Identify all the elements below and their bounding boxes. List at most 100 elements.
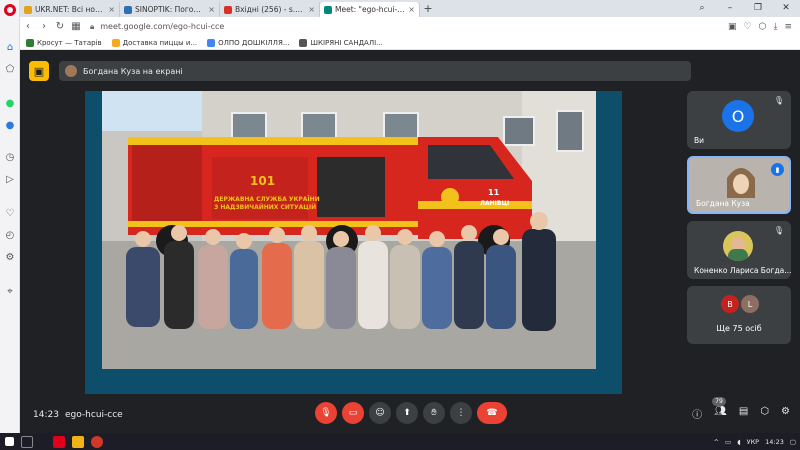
- taskbar-clock[interactable]: 14:23: [765, 438, 784, 446]
- bookmarks-bar: Кросут — Татарів Доставка пиццы и... ОЛП…: [20, 36, 800, 50]
- meet-icon: [324, 5, 332, 14]
- task-view-icon[interactable]: [21, 435, 33, 448]
- info-icon[interactable]: ⓘ: [692, 406, 702, 421]
- opera-taskbar-icon[interactable]: [53, 435, 65, 448]
- windows-start-icon[interactable]: [5, 437, 14, 446]
- settings-icon[interactable]: ⚙: [3, 250, 17, 264]
- ukrnet-icon: [24, 5, 32, 14]
- meeting-code: ego-hcui-cce: [65, 410, 123, 420]
- shared-screen-photo: 101 ДЕРЖАВНА СЛУЖБА УКРАЇНИ З НАДЗВИЧАЙН…: [102, 91, 596, 369]
- bookmark-heart-icon[interactable]: ♡: [744, 22, 752, 32]
- bookmark-icon: [207, 38, 216, 47]
- maximize-icon[interactable]: ❐: [744, 0, 772, 17]
- reactions-button[interactable]: ☺: [369, 402, 391, 424]
- close-icon[interactable]: ×: [108, 5, 115, 14]
- unit-name: ЛАНІВЦІ: [480, 200, 509, 207]
- address-bar: ‹ › ↻ ▦ 🔒︎ meet.google.com/ego-hcui-cce …: [20, 17, 800, 36]
- search-tabs-icon[interactable]: ⌕: [688, 0, 716, 17]
- participant-tile-konenko[interactable]: 🎙︎ Коненко Лариса Богда...: [687, 221, 791, 279]
- sinoptik-icon: [124, 5, 132, 14]
- tab-title: SINOPTIK: Погода на 20 т: [135, 5, 205, 14]
- camera-toggle-button[interactable]: ▭: [342, 402, 364, 424]
- location-icon[interactable]: ⌖: [3, 284, 17, 298]
- participant-tile-self[interactable]: O 🎙︎ Ви: [687, 91, 791, 149]
- clock-icon[interactable]: ◴: [3, 228, 17, 242]
- close-icon[interactable]: ×: [408, 5, 415, 14]
- tab-title: Вхідні (256) - s.gah@ippo: [235, 5, 305, 14]
- back-icon[interactable]: ‹: [20, 21, 36, 32]
- close-icon[interactable]: ×: [308, 5, 315, 14]
- extensions-icon[interactable]: ⬡: [759, 22, 767, 32]
- tab-meet[interactable]: Meet: "ego-hcui-cce" ×: [320, 2, 420, 17]
- history-icon[interactable]: ◷: [3, 150, 17, 164]
- side-panel-controls: ⓘ 79 👥︎ ▤ ⬡ ⚙: [692, 397, 790, 421]
- tab-ukrnet[interactable]: UKR.NET: Всі новини Укр ×: [20, 2, 120, 17]
- language-indicator[interactable]: УКР: [747, 438, 760, 446]
- whatsapp-icon[interactable]: ●: [3, 96, 17, 110]
- app-taskbar-icon[interactable]: [91, 435, 103, 448]
- presentation-stage: 101 ДЕРЖАВНА СЛУЖБА УКРАЇНИ З НАДЗВИЧАЙН…: [85, 91, 622, 394]
- easy-setup-icon[interactable]: ≡: [784, 22, 792, 32]
- service-line1: ДЕРЖАВНА СЛУЖБА УКРАЇНИ: [214, 196, 320, 203]
- participant-tile-presenter[interactable]: ▮ Богдана Куза: [687, 156, 791, 214]
- tab-gmail[interactable]: Вхідні (256) - s.gah@ippo ×: [220, 2, 320, 17]
- tab-sinoptik[interactable]: SINOPTIK: Погода на 20 т ×: [120, 2, 220, 17]
- bookmark-item[interactable]: ШКІРЯНІ САНДАЛІ...: [299, 38, 383, 47]
- avatar: O: [722, 100, 754, 132]
- more-options-button[interactable]: ⋮: [450, 402, 472, 424]
- people-count-badge: 79: [712, 397, 726, 406]
- network-icon[interactable]: ▭: [725, 438, 731, 446]
- minimize-icon[interactable]: –: [716, 0, 744, 17]
- chat-icon[interactable]: ▤: [739, 406, 748, 421]
- up-arrow-icon[interactable]: ^: [714, 438, 719, 446]
- close-icon[interactable]: ×: [208, 5, 215, 14]
- opera-logo-icon[interactable]: [4, 4, 16, 16]
- participant-name: Коненко Лариса Богда...: [694, 266, 791, 275]
- meet-controls-bar: 14:23 ego-hcui-cce 🎙︎ ▭ ☺ ⬆ ✋︎ ⋮ ☎︎ ⓘ 79…: [21, 397, 800, 433]
- avatar: B: [721, 295, 739, 313]
- bookmark-item[interactable]: Доставка пиццы и...: [111, 38, 197, 47]
- forward-icon[interactable]: ›: [36, 21, 52, 32]
- people-button[interactable]: 79 👥︎: [712, 397, 727, 421]
- window-controls: ⌕ – ❐ ✕: [688, 0, 800, 17]
- gmail-icon: [224, 5, 232, 14]
- activities-icon[interactable]: ⬡: [760, 406, 769, 421]
- notifications-icon[interactable]: ▢: [790, 438, 796, 446]
- call-controls: 🎙︎ ▭ ☺ ⬆ ✋︎ ⋮ ☎︎: [315, 402, 507, 424]
- tab-strip: UKR.NET: Всі новини Укр × SINOPTIK: Пого…: [20, 0, 800, 17]
- grid-icon[interactable]: ▦: [68, 21, 84, 32]
- url-field[interactable]: 🔒︎ meet.google.com/ego-hcui-cce: [90, 22, 728, 32]
- vk-icon[interactable]: ●: [3, 118, 17, 132]
- raise-hand-button[interactable]: ✋︎: [423, 402, 445, 424]
- bookmark-item[interactable]: Кросут — Татарів: [26, 38, 102, 47]
- player-icon[interactable]: ▷: [3, 172, 17, 186]
- participant-tile-more[interactable]: B L Ще 75 осіб: [687, 286, 791, 344]
- favorites-icon[interactable]: ♡: [3, 206, 17, 220]
- reload-icon[interactable]: ↻: [52, 21, 68, 32]
- fire-truck-photo: 101 ДЕРЖАВНА СЛУЖБА УКРАЇНИ З НАДЗВИЧАЙН…: [102, 91, 596, 369]
- speaking-indicator-icon: ▮: [771, 163, 784, 176]
- volume-icon[interactable]: ◖: [737, 438, 740, 446]
- mic-toggle-button[interactable]: 🎙︎: [315, 402, 337, 424]
- system-tray: ^ ▭ ◖ УКР 14:23 ▢: [714, 433, 796, 450]
- windows-taskbar: ^ ▭ ◖ УКР 14:23 ▢: [0, 433, 800, 450]
- engine-number: 101: [250, 174, 275, 188]
- bookmark-item[interactable]: ОЛПО ДОШКІЛЛЯ...: [207, 38, 289, 47]
- unit-number: 11: [488, 188, 500, 197]
- bookmark-icon: [111, 38, 120, 47]
- speed-dial-icon[interactable]: ⬠: [3, 62, 17, 76]
- host-controls-icon[interactable]: ⚙: [781, 406, 790, 421]
- close-window-icon[interactable]: ✕: [772, 0, 800, 17]
- present-icon[interactable]: ▣: [29, 61, 49, 81]
- address-actions: ▣ ♡ ⬡ ⤓ ≡: [728, 22, 800, 32]
- present-screen-button[interactable]: ⬆: [396, 402, 418, 424]
- url-text: meet.google.com/ego-hcui-cce: [100, 22, 225, 31]
- camera-icon[interactable]: ▣: [728, 22, 737, 32]
- home-icon[interactable]: ⌂: [3, 40, 17, 54]
- leave-call-button[interactable]: ☎︎: [477, 402, 507, 424]
- new-tab-button[interactable]: +: [420, 2, 436, 17]
- tab-title: UKR.NET: Всі новини Укр: [35, 5, 105, 14]
- service-line2: З НАДЗВИЧАЙНИХ СИТУАЦІЙ: [214, 203, 316, 211]
- explorer-taskbar-icon[interactable]: [72, 435, 84, 448]
- download-icon[interactable]: ⤓: [773, 22, 777, 32]
